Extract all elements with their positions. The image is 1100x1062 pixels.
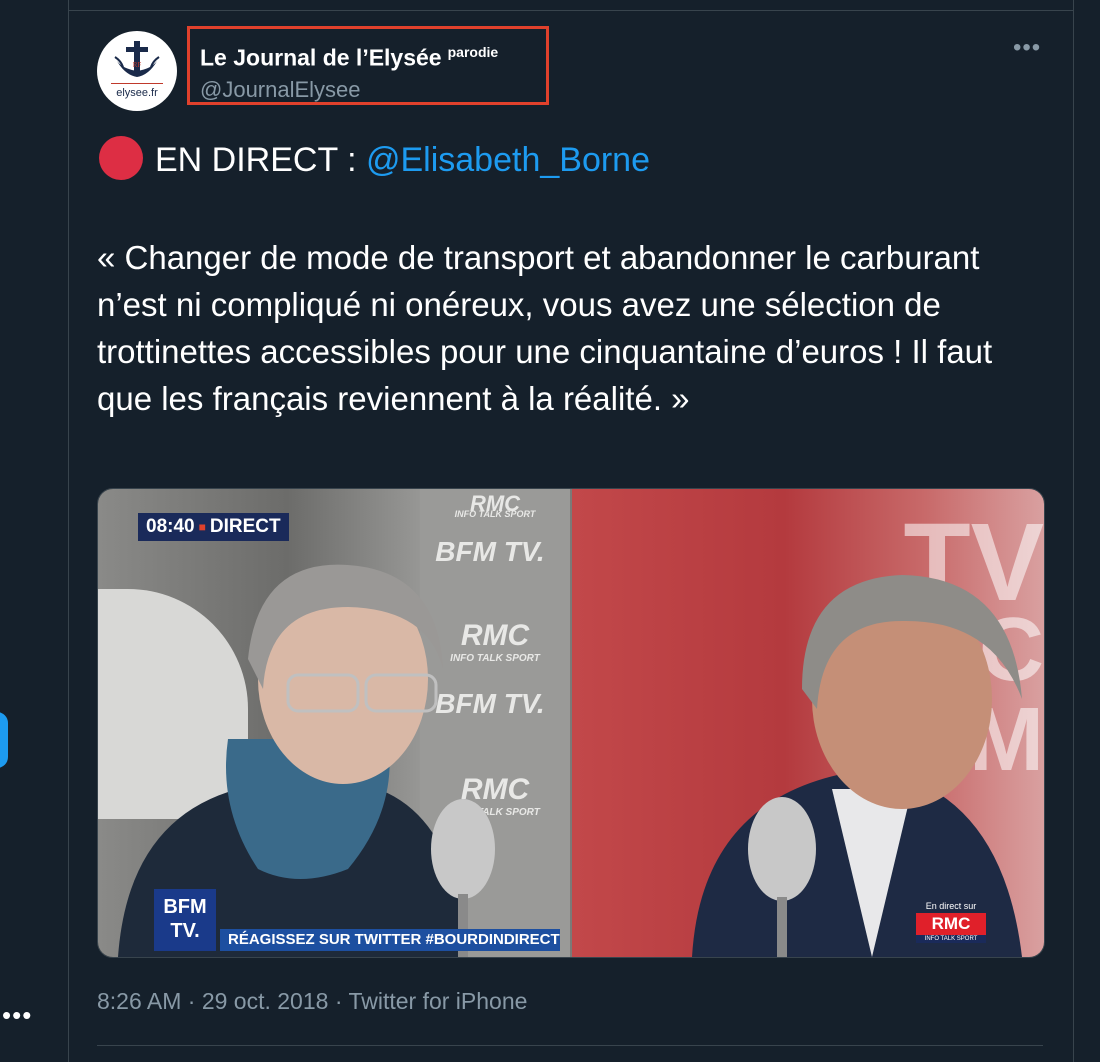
rmc-badge: En direct sur RMC INFO TALK SPORT [916,901,986,943]
divider [97,1045,1043,1046]
tweet-body-text: « Changer de mode de transport et abando… [97,239,993,417]
author-name-text[interactable]: Le Journal de l’Elysée [200,45,442,71]
studio-left-panel: RMC INFO TALK SPORT BFM TV. RMC INFO TAL… [98,489,572,957]
left-navigation-rail: ••• [0,0,68,1062]
author-handle[interactable]: @JournalElysee [200,77,361,103]
parody-label: parodie [447,44,499,60]
tweet-compose-button[interactable] [0,712,8,768]
live-prefix: EN DIRECT : [155,140,366,179]
svg-text:RF: RF [133,61,142,69]
author-highlight-box: Le Journal de l’Elysée parodie @JournalEl… [187,26,549,105]
avatar[interactable]: RF elysee.fr [97,31,177,111]
live-label: DIRECT [209,516,281,537]
live-line: EN DIRECT : @Elisabeth_Borne [99,136,650,184]
tweet-metadata[interactable]: 8:26 AM · 29 oct. 2018 · Twitter for iPh… [97,988,527,1015]
rmc-caption: En direct sur [925,901,977,911]
elysee-logo-icon: RF [111,41,163,84]
mention-link[interactable]: @Elisabeth_Borne [366,141,650,179]
rmc-sub: INFO TALK SPORT [916,935,986,943]
channel-badge: BFM TV. [154,889,216,951]
guest-figure [118,564,495,957]
ticker-banner: RÉAGISSEZ SUR TWITTER #BOURDINDIRECT [220,929,560,951]
host-figure [692,575,1022,957]
studio-right-panel: TV RMC BFM En direct sur RMC INFO TALK S… [572,489,1044,957]
divider [69,10,1073,11]
broadcast-time-badge: 08:40 ■ DIRECT [138,513,289,541]
more-horizontal-icon[interactable]: ••• [1013,34,1041,62]
red-circle-icon [99,136,143,180]
broadcast-time: 08:40 [146,516,195,537]
tweet-detail: RF elysee.fr Le Journal de l’Elysée parod… [68,0,1074,1062]
avatar-caption: elysee.fr [116,87,158,99]
more-menu-icon[interactable]: ••• [2,1000,32,1031]
rmc-label: RMC [916,913,986,935]
tweet-media-image[interactable]: RMC INFO TALK SPORT BFM TV. RMC INFO TAL… [97,488,1045,958]
author-display-name[interactable]: Le Journal de l’Elysée parodie [200,44,498,72]
